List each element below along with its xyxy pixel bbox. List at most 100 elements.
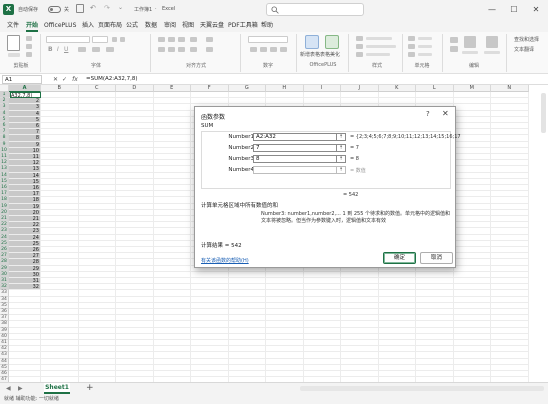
- column-header[interactable]: K: [378, 85, 416, 92]
- menu-review[interactable]: 审阅: [164, 21, 176, 31]
- sheet-tab[interactable]: Sheet1: [44, 383, 70, 394]
- format-as-table-icon[interactable]: [356, 44, 363, 49]
- column-header[interactable]: E: [153, 85, 191, 92]
- menu-view[interactable]: 视图: [182, 21, 194, 31]
- column-header[interactable]: C: [78, 85, 116, 92]
- currency-icon[interactable]: [250, 47, 257, 52]
- next-sheet-icon[interactable]: ▶: [18, 384, 23, 394]
- sort-filter-label[interactable]: [462, 51, 478, 54]
- insert-cells-icon[interactable]: [408, 36, 415, 41]
- format-cells-label[interactable]: [418, 53, 432, 56]
- column-header[interactable]: M: [453, 85, 491, 92]
- wrap-text-icon[interactable]: [206, 37, 213, 42]
- font-name-select[interactable]: [46, 36, 90, 43]
- dialog-close-icon[interactable]: ✕: [442, 109, 449, 118]
- help-icon[interactable]: ?: [426, 110, 430, 118]
- undo-icon[interactable]: ↶: [90, 4, 96, 12]
- new-table-label[interactable]: 新增表格: [300, 51, 320, 58]
- number-format-select[interactable]: [248, 36, 288, 43]
- arg-input-number1[interactable]: A2:A32: [253, 133, 337, 141]
- arg-input-number4[interactable]: [253, 166, 337, 174]
- find-select-button[interactable]: 查找和选择: [514, 36, 539, 43]
- close-button[interactable]: ✕: [530, 4, 542, 15]
- insert-cells-label[interactable]: [418, 37, 432, 40]
- function-help-link[interactable]: 有关该函数的帮助(H): [201, 257, 249, 264]
- menu-data[interactable]: 数据: [145, 21, 157, 31]
- sort-filter-icon[interactable]: [464, 36, 476, 48]
- collapse-dialog-icon[interactable]: ⇡: [337, 144, 346, 152]
- collapse-dialog-icon[interactable]: ⇡: [337, 166, 346, 174]
- cell-styles-label[interactable]: [366, 53, 390, 56]
- collapse-dialog-icon[interactable]: ⇡: [337, 133, 346, 141]
- column-header[interactable]: J: [341, 85, 379, 92]
- new-table-icon[interactable]: [305, 35, 319, 49]
- find-icon[interactable]: [486, 36, 498, 48]
- beautify-table-icon[interactable]: [325, 35, 339, 49]
- search-box[interactable]: [266, 3, 364, 16]
- cancel-formula-icon[interactable]: ✕: [52, 75, 59, 84]
- paste-icon[interactable]: [7, 35, 20, 51]
- menu-insert[interactable]: 插入: [82, 21, 94, 31]
- indent-icon[interactable]: [190, 47, 197, 52]
- underline-icon[interactable]: U: [64, 46, 68, 53]
- delete-cells-icon[interactable]: [408, 44, 415, 49]
- vertical-scrollbar[interactable]: [541, 93, 546, 133]
- border-icon[interactable]: [78, 47, 86, 52]
- align-right-icon[interactable]: [178, 47, 185, 52]
- maximize-button[interactable]: ☐: [508, 4, 520, 15]
- collapse-dialog-icon[interactable]: ⇡: [337, 155, 346, 163]
- align-center-icon[interactable]: [168, 47, 175, 52]
- autosave-toggle[interactable]: [48, 6, 61, 13]
- format-cells-icon[interactable]: [408, 52, 415, 57]
- menu-formulas[interactable]: 公式: [126, 21, 138, 31]
- prev-sheet-icon[interactable]: ◀: [6, 384, 11, 394]
- redo-icon[interactable]: ↷: [104, 4, 110, 12]
- menu-officeplus[interactable]: OfficePLUS: [44, 21, 76, 31]
- menu-cloud-drive[interactable]: 天翼云盘: [200, 21, 224, 31]
- arg-input-number2[interactable]: 7: [253, 144, 337, 152]
- copy-icon[interactable]: [26, 44, 32, 49]
- fill-color-icon[interactable]: [92, 47, 100, 52]
- menu-help[interactable]: 帮助: [261, 21, 273, 31]
- cut-icon[interactable]: [26, 36, 32, 41]
- arg-input-number3[interactable]: 8: [253, 155, 337, 163]
- text-translate-button[interactable]: 文本翻译: [514, 46, 534, 53]
- menu-home[interactable]: 开始: [26, 21, 39, 32]
- conditional-format-icon[interactable]: [356, 36, 363, 41]
- format-painter-icon[interactable]: [26, 52, 32, 57]
- align-bottom-icon[interactable]: [178, 37, 185, 42]
- menu-file[interactable]: 文件: [7, 21, 19, 31]
- enter-formula-icon[interactable]: ✓: [61, 75, 68, 84]
- decrease-font-icon[interactable]: [120, 37, 125, 42]
- beautify-table-label[interactable]: 表格美化: [320, 51, 340, 58]
- font-size-select[interactable]: [92, 36, 108, 43]
- cancel-button[interactable]: 取消: [420, 252, 453, 264]
- add-sheet-button[interactable]: +: [86, 383, 94, 394]
- format-as-table-label[interactable]: [366, 45, 396, 48]
- align-middle-icon[interactable]: [168, 37, 175, 42]
- menu-page-layout[interactable]: 页面布局: [98, 21, 122, 31]
- fill-icon[interactable]: [450, 46, 458, 52]
- italic-icon[interactable]: I: [57, 46, 59, 53]
- conditional-format-label[interactable]: [366, 37, 392, 40]
- column-header[interactable]: H: [266, 85, 304, 92]
- autosum-icon[interactable]: [450, 37, 458, 43]
- save-icon[interactable]: [76, 4, 84, 13]
- formula-input[interactable]: =SUM(A2:A32,7,8): [86, 75, 138, 84]
- merge-center-icon[interactable]: [206, 47, 213, 52]
- orientation-icon[interactable]: [190, 37, 197, 42]
- delete-cells-label[interactable]: [418, 45, 432, 48]
- column-header[interactable]: I: [303, 85, 341, 92]
- name-box[interactable]: A1: [2, 75, 42, 84]
- column-header[interactable]: F: [191, 85, 229, 92]
- column-header[interactable]: G: [228, 85, 266, 92]
- column-header[interactable]: N: [491, 85, 529, 92]
- menu-pdf-toolbox[interactable]: PDF工具箱: [228, 21, 258, 31]
- font-color-icon[interactable]: [106, 47, 114, 52]
- decimal-icon[interactable]: [280, 47, 287, 52]
- column-header[interactable]: L: [416, 85, 454, 92]
- align-left-icon[interactable]: [158, 47, 165, 52]
- percent-icon[interactable]: [260, 47, 267, 52]
- find-label-placeholder[interactable]: [484, 51, 500, 54]
- cell-value[interactable]: 32: [9, 284, 41, 290]
